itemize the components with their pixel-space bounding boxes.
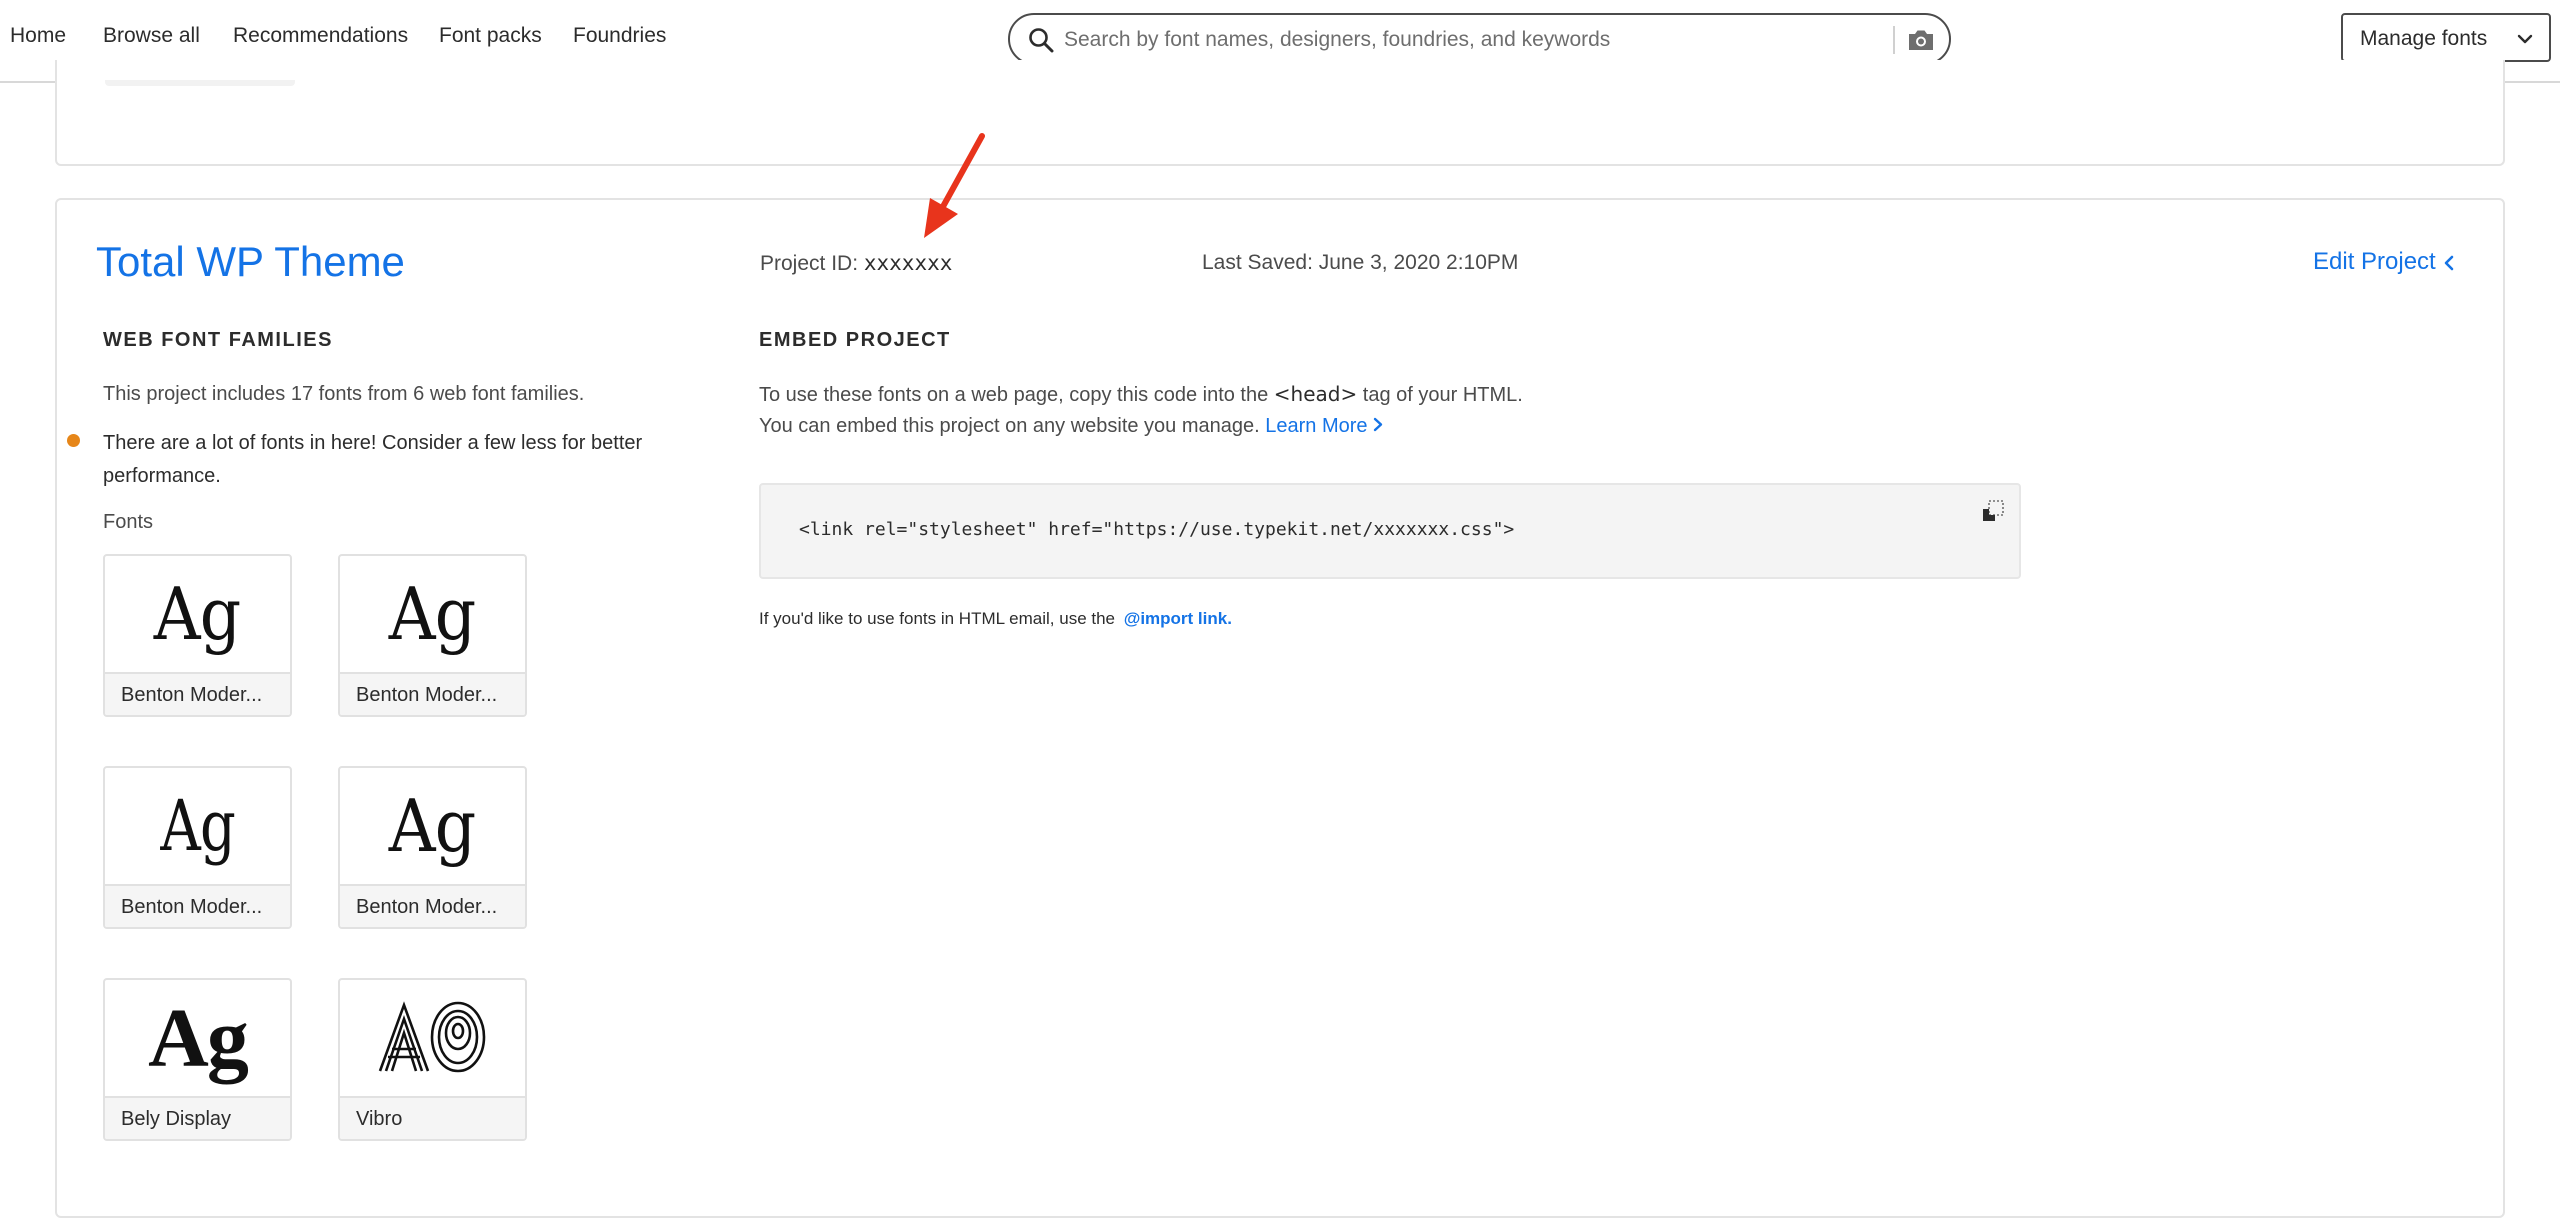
performance-warning: There are a lot of fonts in here! Consid… [103, 432, 643, 487]
font-sample: Ag [160, 785, 236, 867]
search-icon[interactable] [1028, 27, 1054, 53]
previous-card-element [105, 80, 295, 86]
font-name: Benton Moder... [105, 672, 290, 715]
manage-fonts-label: Manage fonts [2360, 27, 2488, 50]
font-preview: Ag [105, 556, 290, 672]
font-preview: Ag [340, 980, 525, 1096]
font-tile[interactable]: Ag Bely Display [103, 978, 292, 1141]
chevron-right-icon [1373, 417, 1383, 432]
nav-browse-all[interactable]: Browse all [103, 24, 200, 48]
project-id-label: Project ID: [760, 252, 859, 275]
nav-home[interactable]: Home [10, 24, 66, 48]
font-tile[interactable]: Ag Benton Moder... [103, 766, 292, 929]
last-saved: Last Saved: June 3, 2020 2:10PM [1202, 251, 1519, 274]
nav-recommendations[interactable]: Recommendations [233, 24, 408, 48]
copy-icon[interactable] [1980, 499, 2006, 525]
font-name: Bely Display [105, 1096, 290, 1139]
embed-code: <link rel="stylesheet" href="https://use… [799, 519, 1515, 540]
font-preview: Ag [340, 768, 525, 884]
chevron-down-icon [2517, 34, 2533, 44]
font-sample: Ag [148, 991, 249, 1085]
fonts-summary: This project includes 17 fonts from 6 we… [103, 383, 585, 405]
search-bar [1008, 13, 1951, 65]
nav-font-packs[interactable]: Font packs [439, 24, 542, 48]
font-preview: Ag [340, 556, 525, 672]
font-sample: Ag [389, 572, 476, 656]
font-preview: Ag [105, 980, 290, 1096]
import-link[interactable]: @import link [1124, 609, 1227, 628]
embed-line2-text: You can embed this project on any websit… [759, 415, 1260, 437]
embed-project-heading: EMBED PROJECT [759, 329, 951, 351]
font-tile[interactable]: Ag Benton Moder... [338, 554, 527, 717]
search-divider [1893, 26, 1895, 54]
embed-line1-prefix: To use these fonts on a web page, copy t… [759, 384, 1274, 406]
previous-project-card [55, 60, 2505, 166]
learn-more-label: Learn More [1265, 415, 1368, 437]
embed-instructions-line1: To use these fonts on a web page, copy t… [759, 382, 1523, 407]
font-sample: Ag [389, 784, 476, 868]
project-title[interactable]: Total WP Theme [96, 238, 405, 286]
chevron-left-icon[interactable] [2442, 254, 2456, 272]
font-preview: Ag [105, 768, 290, 884]
annotation-arrow-icon [924, 133, 985, 238]
font-name: Vibro [340, 1096, 525, 1139]
font-tile[interactable]: Ag Benton Moder... [338, 766, 527, 929]
font-tile[interactable]: Ag Benton Moder... [103, 554, 292, 717]
font-tile[interactable]: Ag Vibro [338, 978, 527, 1141]
embed-line1-suffix: tag of your HTML. [1357, 384, 1523, 406]
project-id: Project ID: xxxxxxx [760, 251, 952, 276]
font-sample: Ag [154, 572, 241, 656]
fonts-label: Fonts [103, 511, 154, 533]
camera-icon[interactable] [1906, 26, 1936, 54]
warning-dot-icon [67, 434, 80, 447]
nav-foundries[interactable]: Foundries [573, 24, 666, 48]
search-input[interactable] [1064, 25, 1884, 55]
html-email-text: If you'd like to use fonts in HTML email… [759, 609, 1116, 628]
embed-instructions-line2: You can embed this project on any websit… [759, 415, 1383, 438]
embed-code-box[interactable]: <link rel="stylesheet" href="https://use… [759, 483, 2021, 579]
manage-fonts-dropdown[interactable]: Manage fonts [2341, 13, 2551, 62]
import-link-period: . [1227, 609, 1232, 628]
font-name: Benton Moder... [105, 884, 290, 927]
html-email-note: If you'd like to use fonts in HTML email… [759, 609, 1232, 629]
learn-more-link[interactable]: Learn More [1265, 415, 1383, 437]
head-tag-text: <head> [1273, 382, 1358, 406]
web-font-families-heading: WEB FONT FAMILIES [103, 329, 333, 351]
font-name: Benton Moder... [340, 672, 525, 715]
vibro-sample-icon [378, 1001, 485, 1073]
font-name: Benton Moder... [340, 884, 525, 927]
project-id-value: xxxxxxx [863, 251, 953, 275]
edit-project-link[interactable]: Edit Project [2313, 248, 2436, 276]
